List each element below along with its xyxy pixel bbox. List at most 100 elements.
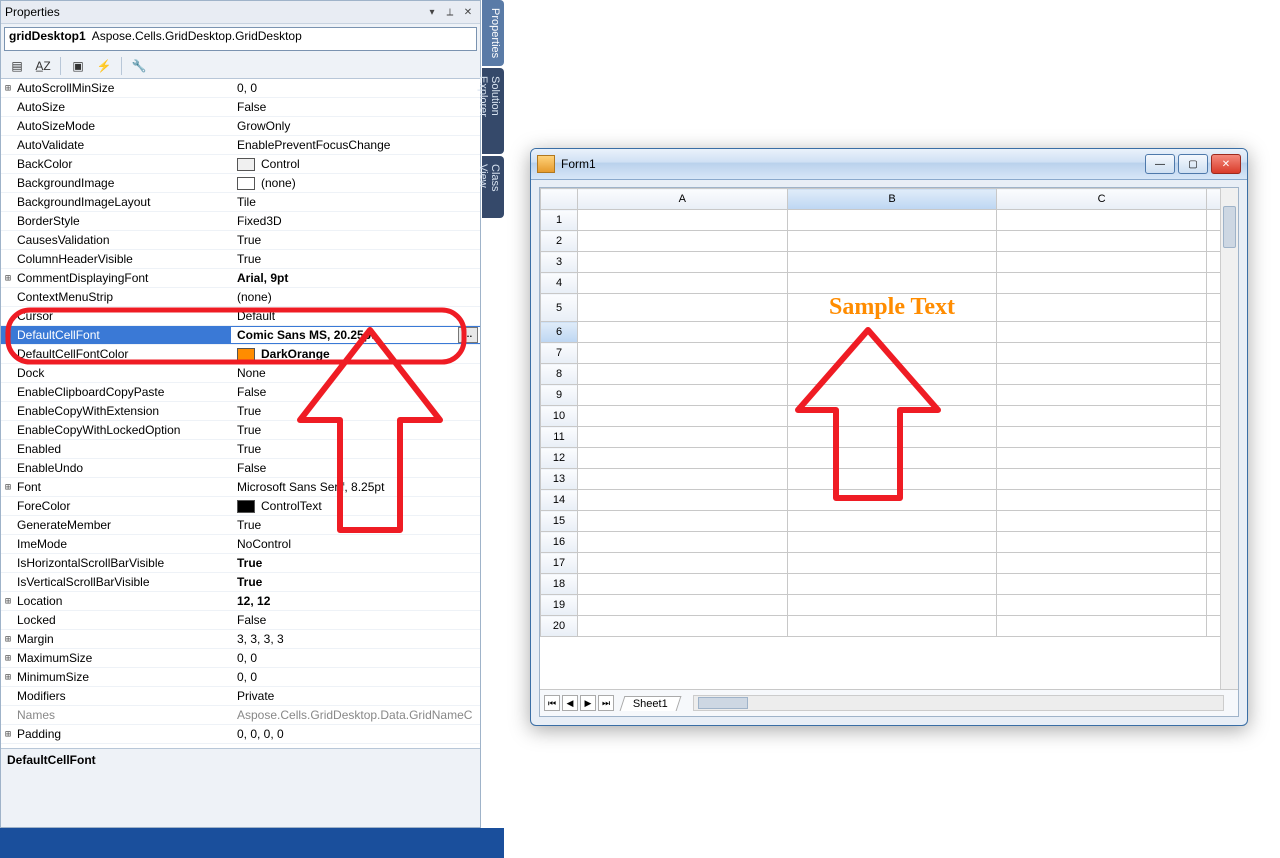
sheet-grid[interactable]: ABC12345Sample Text678910111213141516171… — [540, 188, 1238, 637]
cell[interactable] — [997, 322, 1207, 343]
cell[interactable] — [578, 532, 788, 553]
property-value[interactable]: False — [231, 461, 480, 475]
property-value[interactable]: None — [231, 366, 480, 380]
property-value[interactable]: 0, 0 — [231, 670, 480, 684]
row-header[interactable]: 12 — [541, 448, 578, 469]
row-header[interactable]: 5 — [541, 294, 578, 322]
property-row[interactable]: GenerateMemberTrue — [1, 516, 480, 535]
form-titlebar[interactable]: Form1 — ▢ ✕ — [531, 149, 1247, 180]
property-row[interactable]: EnableClipboardCopyPasteFalse — [1, 383, 480, 402]
property-value[interactable]: False — [231, 613, 480, 627]
property-row[interactable]: EnableUndoFalse — [1, 459, 480, 478]
property-row[interactable]: IsHorizontalScrollBarVisibleTrue — [1, 554, 480, 573]
nav-last-icon[interactable]: ⏭ — [598, 695, 614, 711]
cell[interactable] — [578, 616, 788, 637]
row-header[interactable]: 1 — [541, 210, 578, 231]
row-header[interactable]: 17 — [541, 553, 578, 574]
properties-grid[interactable]: ⊞AutoScrollMinSize0, 0AutoSizeFalseAutoS… — [1, 78, 480, 748]
property-row[interactable]: CausesValidationTrue — [1, 231, 480, 250]
property-value[interactable]: True — [231, 252, 480, 266]
property-row[interactable]: ⊞AutoScrollMinSize0, 0 — [1, 79, 480, 98]
ellipsis-button[interactable]: … — [458, 327, 478, 343]
minimize-button[interactable]: — — [1145, 154, 1175, 174]
property-row[interactable]: ⊞Padding0, 0, 0, 0 — [1, 725, 480, 744]
object-selector[interactable]: gridDesktop1 Aspose.Cells.GridDesktop.Gr… — [4, 27, 477, 51]
property-value[interactable]: True — [231, 233, 480, 247]
expand-icon[interactable]: ⊞ — [1, 482, 15, 493]
property-value[interactable]: Fixed3D — [231, 214, 480, 228]
cell[interactable] — [578, 364, 788, 385]
expand-icon[interactable]: ⊞ — [1, 653, 15, 664]
cell[interactable] — [787, 574, 997, 595]
cell[interactable] — [997, 511, 1207, 532]
property-row[interactable]: BackColorControl — [1, 155, 480, 174]
cell[interactable] — [578, 427, 788, 448]
pin-icon[interactable]: ⟂ — [442, 4, 458, 20]
cell[interactable] — [997, 553, 1207, 574]
property-row[interactable]: EnableCopyWithLockedOptionTrue — [1, 421, 480, 440]
row-header[interactable]: 6 — [541, 322, 578, 343]
property-value[interactable]: Tile — [231, 195, 480, 209]
property-value[interactable]: False — [231, 385, 480, 399]
cell[interactable] — [997, 616, 1207, 637]
cell[interactable] — [578, 322, 788, 343]
maximize-button[interactable]: ▢ — [1178, 154, 1208, 174]
row-header[interactable]: 15 — [541, 511, 578, 532]
property-row[interactable]: ⊞CommentDisplayingFontArial, 9pt — [1, 269, 480, 288]
cell[interactable] — [578, 448, 788, 469]
property-value[interactable]: DarkOrange — [231, 347, 480, 361]
property-row[interactable]: AutoSizeFalse — [1, 98, 480, 117]
row-header[interactable]: 10 — [541, 406, 578, 427]
cell[interactable] — [578, 273, 788, 294]
corner-cell[interactable] — [541, 189, 578, 210]
property-value[interactable]: False — [231, 100, 480, 114]
property-value[interactable]: Default — [231, 309, 480, 323]
alphabetical-icon[interactable]: A̲Z — [31, 55, 55, 77]
property-row[interactable]: LockedFalse — [1, 611, 480, 630]
cell[interactable] — [578, 210, 788, 231]
property-value[interactable]: NoControl — [231, 537, 480, 551]
property-value[interactable]: Microsoft Sans Serif, 8.25pt — [231, 480, 480, 494]
cell[interactable] — [787, 469, 997, 490]
tab-properties[interactable]: Properties — [482, 0, 504, 66]
cell[interactable] — [997, 532, 1207, 553]
property-row[interactable]: IsVerticalScrollBarVisibleTrue — [1, 573, 480, 592]
cell[interactable] — [578, 574, 788, 595]
cell[interactable] — [578, 252, 788, 273]
tab-class-view[interactable]: Class View — [482, 156, 504, 218]
cell[interactable] — [787, 231, 997, 252]
property-row[interactable]: ⊞FontMicrosoft Sans Serif, 8.25pt — [1, 478, 480, 497]
cell[interactable] — [787, 448, 997, 469]
cell[interactable] — [787, 511, 997, 532]
property-row[interactable]: AutoSizeModeGrowOnly — [1, 117, 480, 136]
property-row[interactable]: BackgroundImage(none) — [1, 174, 480, 193]
property-value[interactable]: 0, 0 — [231, 81, 480, 95]
property-row[interactable]: ImeModeNoControl — [1, 535, 480, 554]
property-value[interactable]: 0, 0, 0, 0 — [231, 727, 480, 741]
cell[interactable] — [578, 469, 788, 490]
property-row[interactable]: ⊞DefaultCellFontComic Sans MS, 20.25pt… — [1, 326, 480, 345]
cell[interactable] — [997, 490, 1207, 511]
cell[interactable] — [578, 595, 788, 616]
row-header[interactable]: 3 — [541, 252, 578, 273]
expand-icon[interactable]: ⊞ — [1, 596, 15, 607]
cell[interactable] — [578, 294, 788, 322]
row-header[interactable]: 20 — [541, 616, 578, 637]
row-header[interactable]: 2 — [541, 231, 578, 252]
cell[interactable] — [578, 553, 788, 574]
cell[interactable] — [997, 343, 1207, 364]
property-row[interactable]: ColumnHeaderVisibleTrue — [1, 250, 480, 269]
cell[interactable] — [578, 231, 788, 252]
property-row[interactable]: ⊞MaximumSize0, 0 — [1, 649, 480, 668]
grid-desktop[interactable]: ABC12345Sample Text678910111213141516171… — [539, 187, 1239, 717]
cell[interactable] — [997, 294, 1207, 322]
cell[interactable] — [787, 385, 997, 406]
horizontal-scrollbar[interactable] — [693, 695, 1224, 711]
cell[interactable] — [787, 343, 997, 364]
expand-icon[interactable]: ⊞ — [1, 273, 15, 284]
column-header[interactable]: B — [787, 189, 997, 210]
row-header[interactable]: 8 — [541, 364, 578, 385]
nav-first-icon[interactable]: ⏮ — [544, 695, 560, 711]
cell[interactable] — [997, 427, 1207, 448]
property-row[interactable]: ⊞Margin3, 3, 3, 3 — [1, 630, 480, 649]
